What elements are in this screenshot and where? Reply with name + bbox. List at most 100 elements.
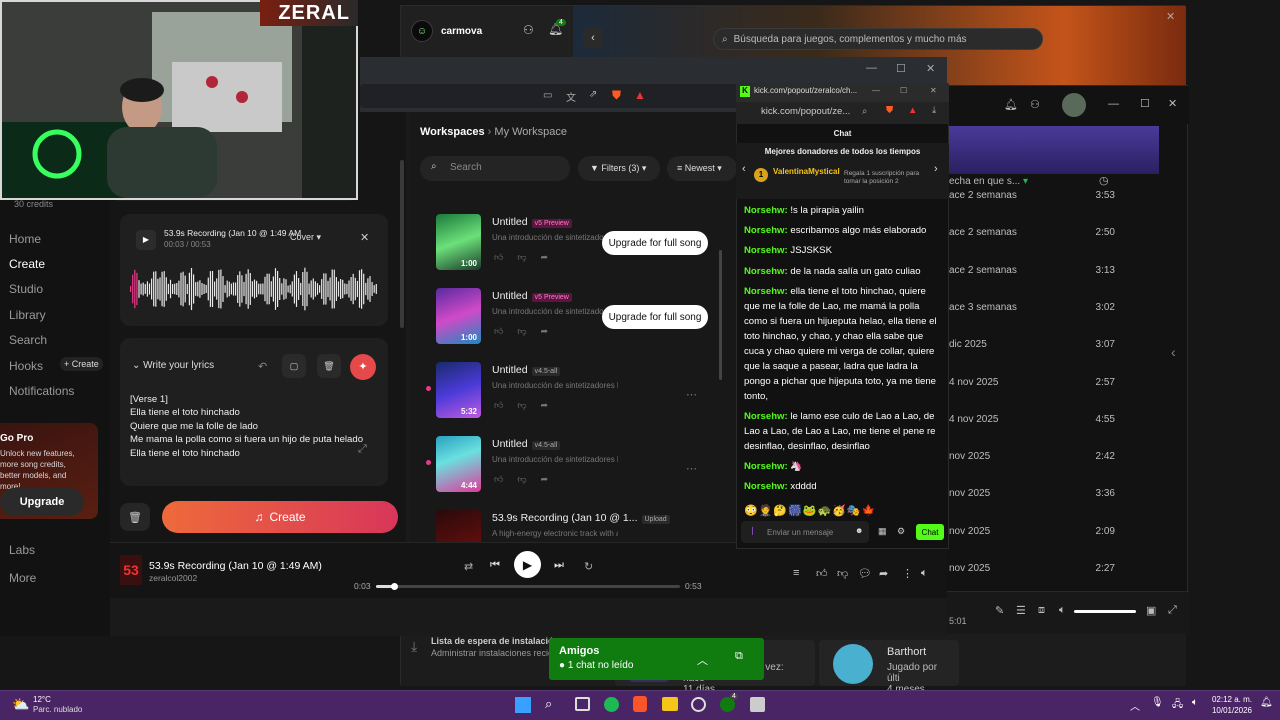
miniplayer-icon[interactable]: ▣ <box>1146 604 1156 617</box>
chat-username[interactable]: Norsehw: <box>744 205 788 216</box>
chevron-left-icon[interactable]: ‹ <box>742 163 746 175</box>
chat-message[interactable]: Norsehw: le lamo ese culo de Lao a Lao, … <box>744 409 944 454</box>
download-icon[interactable]: ⤓ <box>932 105 936 116</box>
song-row[interactable]: 1:00 Untitled v5 Preview Una introducción d… <box>436 214 736 274</box>
song-row[interactable]: 1:00 Untitled v5 Preview Una introducción d… <box>436 288 736 348</box>
upgrade-full-song-button[interactable]: Upgrade for full song <box>602 231 708 255</box>
like-icon[interactable]: 👍︎ <box>494 474 503 485</box>
nav-hooks[interactable]: Hooks <box>9 359 43 373</box>
device-icon[interactable]: ⧈ <box>1038 604 1045 617</box>
nav-studio[interactable]: Studio <box>9 282 43 296</box>
back-button[interactable]: ‹ <box>583 28 603 48</box>
shuffle-icon[interactable]: ⇄ <box>464 560 473 573</box>
minimize-icon[interactable]: — <box>1108 98 1119 110</box>
brave-icon[interactable] <box>633 696 647 712</box>
song-cover[interactable]: 5:32 <box>436 362 481 418</box>
delete-button[interactable]: 🗑︎ <box>317 354 341 378</box>
like-icon[interactable]: 👍︎ <box>494 252 503 263</box>
friends-icon[interactable]: ⚇ <box>1030 98 1040 111</box>
song-cover[interactable]: 1:00 <box>436 288 481 344</box>
chat-send-button[interactable]: Chat <box>916 524 944 540</box>
scrollbar[interactable] <box>400 160 404 328</box>
volume-icon[interactable]: 🔈︎ <box>1059 604 1066 617</box>
share-icon[interactable]: ⇗ <box>589 89 597 100</box>
emoji-icon[interactable]: ☻ <box>855 526 863 535</box>
chat-message[interactable]: Norsehw: JSJSKSK <box>744 243 944 258</box>
track-row[interactable]: nov 2025 2:42 <box>945 438 1145 475</box>
filters-button[interactable]: ▼ Filters (3) ▾ <box>578 156 660 181</box>
song-search-input[interactable]: ⌕ Search <box>420 156 570 181</box>
close-icon[interactable]: ✕ <box>1168 97 1177 110</box>
notification-icon[interactable]: 🔔︎ <box>1260 697 1273 708</box>
more-icon[interactable]: ⋯ <box>686 388 697 401</box>
like-icon[interactable]: 👍︎ <box>816 567 828 580</box>
upgrade-full-song-button[interactable]: Upgrade for full song <box>602 305 708 329</box>
maximize-icon[interactable]: ☐ <box>1140 97 1150 110</box>
song-cover[interactable]: 1:00 <box>436 214 481 270</box>
share-icon[interactable]: ➦ <box>541 474 549 485</box>
close-icon[interactable]: ✕ <box>926 62 935 75</box>
track-row[interactable]: nov 2025 3:36 <box>945 475 1145 512</box>
volume-icon[interactable]: 🔈︎ <box>921 567 928 580</box>
song-cover[interactable]: 4:44 <box>436 436 481 492</box>
nav-create[interactable]: Create <box>9 257 45 271</box>
waveform[interactable] <box>130 266 378 312</box>
player-title[interactable]: 53.9s Recording (Jan 10 @ 1:49 AM) <box>149 560 322 572</box>
breadcrumb-root[interactable]: Workspaces <box>420 126 485 138</box>
brave-rewards-icon[interactable]: ▲ <box>634 88 646 102</box>
chat-message-input[interactable]: ❘ Enviar un mensaje ☻ <box>741 521 869 543</box>
chat-message[interactable]: Norsehw: de la nada salía un gato culiao <box>744 264 944 279</box>
track-row[interactable]: 4 nov 2025 2:57 <box>945 364 1145 401</box>
maximize-icon[interactable]: ☐ <box>900 86 907 95</box>
track-row[interactable]: nov 2025 2:27 <box>945 550 1145 587</box>
chat-message[interactable]: Norsehw: ella tiene el toto hinchao, qui… <box>744 284 944 404</box>
steam-icon[interactable] <box>691 697 706 712</box>
track-row[interactable]: ace 2 semanas 3:13 <box>945 252 1145 289</box>
brave-shield-icon[interactable]: ⛊ <box>886 105 893 116</box>
cover-dropdown[interactable]: Cover ▾ <box>290 232 321 243</box>
nav-labs[interactable]: Labs <box>9 543 35 557</box>
create-button[interactable]: ♫ Create <box>162 501 398 533</box>
comment-icon[interactable]: 💬︎ <box>858 567 872 580</box>
progress-track[interactable] <box>376 585 680 588</box>
queue-icon[interactable]: ☰ <box>1016 604 1026 617</box>
nav-more[interactable]: More <box>9 571 36 585</box>
browser-address-bar[interactable]: ▭ 文 ⇗ ⛊ ▲ <box>360 84 740 108</box>
track-row[interactable]: ace 2 semanas 3:53 <box>945 177 1145 214</box>
play-button[interactable]: ▶ <box>514 551 541 578</box>
more-icon[interactable]: ⋮ <box>902 567 913 580</box>
xbox-search-input[interactable]: ⌕ Búsqueda para juegos, complementos y m… <box>713 28 1043 50</box>
copy-button[interactable]: ▢ <box>282 354 306 378</box>
mic-icon[interactable]: ❘ <box>749 526 756 535</box>
cover-art[interactable]: 53 <box>120 555 142 585</box>
app-icon[interactable] <box>750 697 765 712</box>
maximize-icon[interactable]: ☐ <box>896 62 906 75</box>
play-icon[interactable]: ▶ <box>136 230 156 250</box>
track-row[interactable]: ace 3 semanas 3:02 <box>945 289 1145 326</box>
song-row[interactable]: 4:44 Untitled v4.5-all Una introducción de … <box>436 436 736 496</box>
bell-icon[interactable]: 🔔︎ <box>1004 98 1018 111</box>
zoom-icon[interactable]: ⌕ <box>862 106 867 117</box>
song-title[interactable]: Untitled <box>492 364 528 376</box>
gear-icon[interactable]: ⚙ <box>897 526 905 537</box>
install-app-icon[interactable]: ▭ <box>543 90 552 101</box>
nav-search[interactable]: Search <box>9 333 47 347</box>
more-icon[interactable]: ⋯ <box>686 462 697 475</box>
like-icon[interactable]: 👍︎ <box>494 326 503 337</box>
share-icon[interactable]: ➦ <box>879 567 888 580</box>
previous-icon[interactable]: ⏮︎ <box>490 559 500 572</box>
clock-date[interactable]: 10/01/2026 <box>1210 706 1252 715</box>
song-title[interactable]: Untitled <box>492 290 528 302</box>
volume-slider[interactable] <box>1074 610 1136 613</box>
lyrics-icon[interactable]: ✎ <box>995 604 1004 617</box>
nav-library[interactable]: Library <box>9 308 46 322</box>
song-title[interactable]: 53.9s Recording (Jan 10 @ 1... <box>492 512 638 524</box>
file-explorer-icon[interactable] <box>662 697 678 711</box>
track-row[interactable]: ace 2 semanas 2:50 <box>945 214 1145 251</box>
undo-icon[interactable]: ↶ <box>258 360 267 373</box>
volume-icon[interactable]: 🔈︎ <box>1192 697 1198 708</box>
track-row[interactable]: 4 nov 2025 4:55 <box>945 401 1145 438</box>
track-row[interactable]: dic 2025 3:07 <box>945 326 1145 363</box>
share-icon[interactable]: ➦ <box>541 252 549 263</box>
dislike-icon[interactable]: 👎︎ <box>517 252 526 263</box>
